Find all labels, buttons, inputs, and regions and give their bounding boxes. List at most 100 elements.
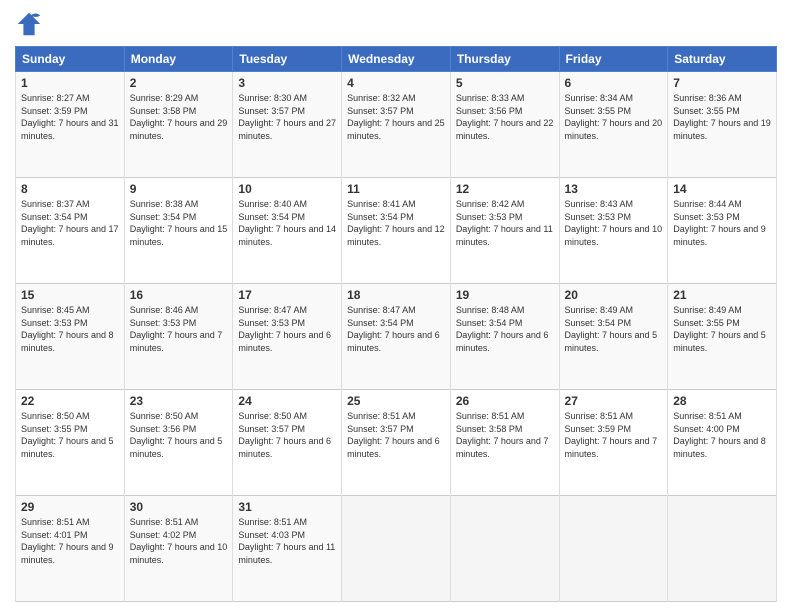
day-number: 12	[456, 182, 554, 196]
day-number: 15	[21, 288, 119, 302]
cell-details: Sunrise: 8:49 AMSunset: 3:54 PMDaylight:…	[565, 304, 663, 354]
calendar-cell: 28 Sunrise: 8:51 AMSunset: 4:00 PMDaylig…	[668, 390, 777, 496]
cell-details: Sunrise: 8:50 AMSunset: 3:55 PMDaylight:…	[21, 410, 119, 460]
cell-details: Sunrise: 8:51 AMSunset: 3:57 PMDaylight:…	[347, 410, 445, 460]
weekday-header-thursday: Thursday	[450, 47, 559, 72]
day-number: 6	[565, 76, 663, 90]
calendar-cell: 17 Sunrise: 8:47 AMSunset: 3:53 PMDaylig…	[233, 284, 342, 390]
calendar-cell: 11 Sunrise: 8:41 AMSunset: 3:54 PMDaylig…	[342, 178, 451, 284]
day-number: 9	[130, 182, 228, 196]
day-number: 27	[565, 394, 663, 408]
cell-details: Sunrise: 8:50 AMSunset: 3:57 PMDaylight:…	[238, 410, 336, 460]
calendar-cell: 3 Sunrise: 8:30 AMSunset: 3:57 PMDayligh…	[233, 72, 342, 178]
cell-details: Sunrise: 8:51 AMSunset: 4:01 PMDaylight:…	[21, 516, 119, 566]
cell-details: Sunrise: 8:51 AMSunset: 3:58 PMDaylight:…	[456, 410, 554, 460]
cell-details: Sunrise: 8:41 AMSunset: 3:54 PMDaylight:…	[347, 198, 445, 248]
week-row-2: 8 Sunrise: 8:37 AMSunset: 3:54 PMDayligh…	[16, 178, 777, 284]
calendar-cell: 13 Sunrise: 8:43 AMSunset: 3:53 PMDaylig…	[559, 178, 668, 284]
calendar-cell: 27 Sunrise: 8:51 AMSunset: 3:59 PMDaylig…	[559, 390, 668, 496]
day-number: 19	[456, 288, 554, 302]
cell-details: Sunrise: 8:51 AMSunset: 3:59 PMDaylight:…	[565, 410, 663, 460]
calendar-cell: 7 Sunrise: 8:36 AMSunset: 3:55 PMDayligh…	[668, 72, 777, 178]
calendar-cell: 18 Sunrise: 8:47 AMSunset: 3:54 PMDaylig…	[342, 284, 451, 390]
calendar-cell: 24 Sunrise: 8:50 AMSunset: 3:57 PMDaylig…	[233, 390, 342, 496]
cell-details: Sunrise: 8:49 AMSunset: 3:55 PMDaylight:…	[673, 304, 771, 354]
day-number: 5	[456, 76, 554, 90]
cell-details: Sunrise: 8:50 AMSunset: 3:56 PMDaylight:…	[130, 410, 228, 460]
day-number: 16	[130, 288, 228, 302]
cell-details: Sunrise: 8:30 AMSunset: 3:57 PMDaylight:…	[238, 92, 336, 142]
weekday-header-friday: Friday	[559, 47, 668, 72]
weekday-header-tuesday: Tuesday	[233, 47, 342, 72]
week-row-5: 29 Sunrise: 8:51 AMSunset: 4:01 PMDaylig…	[16, 496, 777, 602]
day-number: 10	[238, 182, 336, 196]
day-number: 17	[238, 288, 336, 302]
day-number: 23	[130, 394, 228, 408]
calendar-cell: 29 Sunrise: 8:51 AMSunset: 4:01 PMDaylig…	[16, 496, 125, 602]
weekday-header-row: SundayMondayTuesdayWednesdayThursdayFrid…	[16, 47, 777, 72]
cell-details: Sunrise: 8:34 AMSunset: 3:55 PMDaylight:…	[565, 92, 663, 142]
day-number: 20	[565, 288, 663, 302]
day-number: 25	[347, 394, 445, 408]
cell-details: Sunrise: 8:32 AMSunset: 3:57 PMDaylight:…	[347, 92, 445, 142]
calendar-cell	[668, 496, 777, 602]
cell-details: Sunrise: 8:51 AMSunset: 4:00 PMDaylight:…	[673, 410, 771, 460]
calendar-cell	[559, 496, 668, 602]
day-number: 3	[238, 76, 336, 90]
cell-details: Sunrise: 8:38 AMSunset: 3:54 PMDaylight:…	[130, 198, 228, 248]
calendar-table: SundayMondayTuesdayWednesdayThursdayFrid…	[15, 46, 777, 602]
cell-details: Sunrise: 8:51 AMSunset: 4:03 PMDaylight:…	[238, 516, 336, 566]
calendar-cell: 5 Sunrise: 8:33 AMSunset: 3:56 PMDayligh…	[450, 72, 559, 178]
cell-details: Sunrise: 8:46 AMSunset: 3:53 PMDaylight:…	[130, 304, 228, 354]
calendar-cell: 9 Sunrise: 8:38 AMSunset: 3:54 PMDayligh…	[124, 178, 233, 284]
calendar-cell: 6 Sunrise: 8:34 AMSunset: 3:55 PMDayligh…	[559, 72, 668, 178]
calendar-cell: 1 Sunrise: 8:27 AMSunset: 3:59 PMDayligh…	[16, 72, 125, 178]
calendar-cell: 19 Sunrise: 8:48 AMSunset: 3:54 PMDaylig…	[450, 284, 559, 390]
calendar-cell: 21 Sunrise: 8:49 AMSunset: 3:55 PMDaylig…	[668, 284, 777, 390]
cell-details: Sunrise: 8:42 AMSunset: 3:53 PMDaylight:…	[456, 198, 554, 248]
calendar-cell: 10 Sunrise: 8:40 AMSunset: 3:54 PMDaylig…	[233, 178, 342, 284]
week-row-4: 22 Sunrise: 8:50 AMSunset: 3:55 PMDaylig…	[16, 390, 777, 496]
cell-details: Sunrise: 8:44 AMSunset: 3:53 PMDaylight:…	[673, 198, 771, 248]
cell-details: Sunrise: 8:47 AMSunset: 3:53 PMDaylight:…	[238, 304, 336, 354]
calendar-cell: 15 Sunrise: 8:45 AMSunset: 3:53 PMDaylig…	[16, 284, 125, 390]
calendar-cell: 30 Sunrise: 8:51 AMSunset: 4:02 PMDaylig…	[124, 496, 233, 602]
calendar-cell: 14 Sunrise: 8:44 AMSunset: 3:53 PMDaylig…	[668, 178, 777, 284]
weekday-header-sunday: Sunday	[16, 47, 125, 72]
logo	[15, 10, 47, 38]
calendar-cell: 23 Sunrise: 8:50 AMSunset: 3:56 PMDaylig…	[124, 390, 233, 496]
cell-details: Sunrise: 8:43 AMSunset: 3:53 PMDaylight:…	[565, 198, 663, 248]
cell-details: Sunrise: 8:40 AMSunset: 3:54 PMDaylight:…	[238, 198, 336, 248]
weekday-header-saturday: Saturday	[668, 47, 777, 72]
day-number: 24	[238, 394, 336, 408]
weekday-header-monday: Monday	[124, 47, 233, 72]
logo-icon	[15, 10, 43, 38]
day-number: 30	[130, 500, 228, 514]
day-number: 14	[673, 182, 771, 196]
day-number: 26	[456, 394, 554, 408]
day-number: 2	[130, 76, 228, 90]
cell-details: Sunrise: 8:37 AMSunset: 3:54 PMDaylight:…	[21, 198, 119, 248]
cell-details: Sunrise: 8:27 AMSunset: 3:59 PMDaylight:…	[21, 92, 119, 142]
calendar-cell: 31 Sunrise: 8:51 AMSunset: 4:03 PMDaylig…	[233, 496, 342, 602]
day-number: 13	[565, 182, 663, 196]
calendar-cell: 26 Sunrise: 8:51 AMSunset: 3:58 PMDaylig…	[450, 390, 559, 496]
day-number: 21	[673, 288, 771, 302]
cell-details: Sunrise: 8:48 AMSunset: 3:54 PMDaylight:…	[456, 304, 554, 354]
day-number: 8	[21, 182, 119, 196]
day-number: 31	[238, 500, 336, 514]
calendar-cell	[342, 496, 451, 602]
day-number: 28	[673, 394, 771, 408]
calendar-cell: 22 Sunrise: 8:50 AMSunset: 3:55 PMDaylig…	[16, 390, 125, 496]
cell-details: Sunrise: 8:45 AMSunset: 3:53 PMDaylight:…	[21, 304, 119, 354]
calendar-cell: 4 Sunrise: 8:32 AMSunset: 3:57 PMDayligh…	[342, 72, 451, 178]
day-number: 22	[21, 394, 119, 408]
day-number: 4	[347, 76, 445, 90]
calendar-cell: 12 Sunrise: 8:42 AMSunset: 3:53 PMDaylig…	[450, 178, 559, 284]
calendar-cell: 20 Sunrise: 8:49 AMSunset: 3:54 PMDaylig…	[559, 284, 668, 390]
cell-details: Sunrise: 8:29 AMSunset: 3:58 PMDaylight:…	[130, 92, 228, 142]
weekday-header-wednesday: Wednesday	[342, 47, 451, 72]
day-number: 1	[21, 76, 119, 90]
week-row-1: 1 Sunrise: 8:27 AMSunset: 3:59 PMDayligh…	[16, 72, 777, 178]
calendar-cell	[450, 496, 559, 602]
